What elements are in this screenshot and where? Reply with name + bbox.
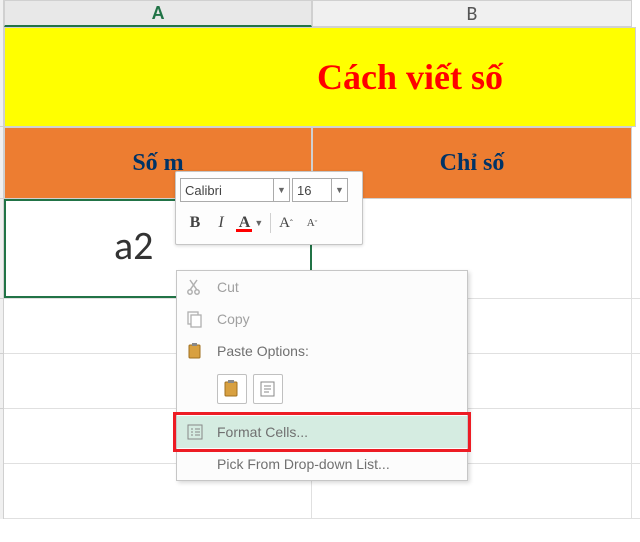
shrink-font-button[interactable]: Aˇ [301, 212, 323, 234]
menu-copy[interactable]: Copy [177, 303, 467, 335]
menu-format-cells-label: Format Cells... [217, 424, 308, 440]
title-banner: Cách viết số [4, 27, 636, 127]
mini-toolbar: Calibri ▼ 16 ▼ B I A ▼ Aˆ Aˇ [175, 171, 363, 245]
menu-copy-label: Copy [217, 311, 250, 327]
menu-paste-options-label: Paste Options: [217, 343, 309, 359]
grow-font-button[interactable]: Aˆ [275, 212, 297, 234]
bold-button[interactable]: B [184, 212, 206, 234]
paste-icon [183, 339, 207, 363]
menu-pick-from-list[interactable]: Pick From Drop-down List... [177, 448, 467, 480]
paste-options-strip [177, 367, 467, 411]
menu-pick-from-list-label: Pick From Drop-down List... [217, 456, 390, 472]
column-header-b[interactable]: B [312, 0, 632, 27]
paste-option-text-only[interactable] [253, 374, 283, 404]
format-cells-icon [183, 420, 207, 444]
chevron-down-icon[interactable]: ▼ [254, 218, 263, 228]
context-menu: Cut Copy Paste Options: Format Cells... … [176, 270, 468, 481]
font-color-button[interactable]: A ▼ [236, 212, 266, 234]
copy-icon [183, 307, 207, 331]
italic-button[interactable]: I [210, 212, 232, 234]
chevron-down-icon[interactable]: ▼ [273, 179, 289, 201]
font-size-value: 16 [293, 183, 331, 198]
menu-cut[interactable]: Cut [177, 271, 467, 303]
blank-icon [183, 452, 207, 476]
font-size-combo[interactable]: 16 ▼ [292, 178, 348, 202]
chevron-down-icon[interactable]: ▼ [331, 179, 347, 201]
menu-format-cells[interactable]: Format Cells... [177, 416, 467, 448]
menu-paste-options: Paste Options: [177, 335, 467, 367]
banner-title: Cách viết số [137, 56, 503, 98]
menu-cut-label: Cut [217, 279, 239, 295]
cut-icon [183, 275, 207, 299]
font-name-combo[interactable]: Calibri ▼ [180, 178, 290, 202]
paste-option-keep-source[interactable] [217, 374, 247, 404]
column-header-a[interactable]: A [4, 0, 312, 27]
font-name-value: Calibri [181, 183, 273, 198]
font-color-swatch [236, 229, 252, 232]
